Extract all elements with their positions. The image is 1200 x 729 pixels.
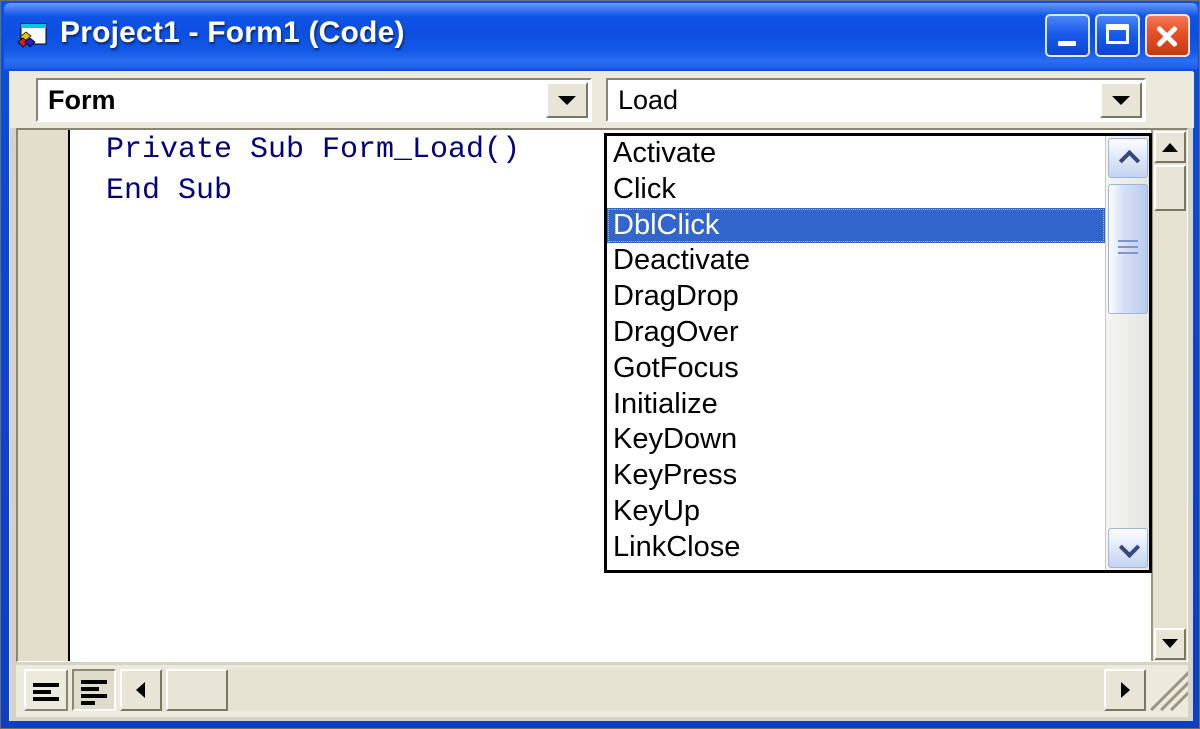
dropdown-item-dblclick[interactable]: DblClick [607,207,1105,244]
procedure-combo-dropdown-button[interactable] [1100,82,1142,118]
full-module-view-button[interactable] [72,669,116,711]
horizontal-scrollbar-thumb[interactable] [166,669,228,711]
minimize-icon [1058,41,1076,46]
procedure-dropdown-list[interactable]: Activate Click DblClick Deactivate DragD… [604,133,1152,573]
window-title: Project1 - Form1 (Code) [60,16,405,49]
dropdown-vertical-scrollbar[interactable] [1105,136,1149,570]
editor-scroll-down-button[interactable] [1154,628,1186,660]
scroll-down-chevron-icon [1120,539,1136,555]
scroll-right-arrow-icon [1121,682,1130,698]
chevron-down-icon [558,96,576,105]
scroll-up-chevron-icon [1120,149,1136,165]
minimize-button[interactable] [1045,14,1090,57]
dropdown-item-activate[interactable]: Activate [607,136,1105,172]
editor-scroll-up-button[interactable] [1154,131,1186,163]
dropdown-item-gotfocus[interactable]: GotFocus [607,351,1105,387]
scroll-left-arrow-icon [136,682,145,698]
window-controls [1045,14,1190,57]
chevron-down-icon [1112,96,1130,105]
scrollbar-grip-icon [1118,240,1138,258]
procedure-combo[interactable]: Load [606,78,1146,122]
scroll-up-arrow-icon [1162,143,1178,152]
margin-indicator-bar [18,130,70,661]
scroll-down-arrow-icon [1162,639,1178,648]
vb-code-window-icon [18,23,47,48]
object-combo[interactable]: Form [36,78,592,122]
procedure-combo-value: Load [618,85,679,115]
maximize-button[interactable] [1095,14,1140,57]
horizontal-scrollbar[interactable] [120,669,1104,711]
object-combo-value: Form [48,85,116,115]
scroll-right-button[interactable] [1104,669,1146,711]
bottom-toolbar [16,665,1188,717]
dropdown-item-keyup[interactable]: KeyUp [607,494,1105,530]
editor-vertical-scrollbar[interactable] [1151,130,1187,661]
dropdown-scroll-down-button[interactable] [1108,528,1148,568]
editor-scrollbar-thumb[interactable] [1154,165,1186,211]
dropdown-item-keypress[interactable]: KeyPress [607,458,1105,494]
dropdown-item-linkclose[interactable]: LinkClose [607,530,1105,566]
dropdown-item-dragdrop[interactable]: DragDrop [607,279,1105,315]
procedure-view-icon [33,683,59,704]
dropdown-scroll-up-button[interactable] [1108,138,1148,178]
full-module-view-icon [81,680,107,708]
procedure-view-button[interactable] [24,669,68,711]
dropdown-item-deactivate[interactable]: Deactivate [607,243,1105,279]
dropdown-item-click[interactable]: Click [607,172,1105,208]
vb6-code-window-screenshot: Project1 - Form1 (Code) Form Load Privat… [0,0,1200,729]
dropdown-item-dragover[interactable]: DragOver [607,315,1105,351]
object-combo-dropdown-button[interactable] [546,82,588,118]
scroll-left-button[interactable] [120,669,162,711]
title-bar: Project1 - Form1 (Code) [4,3,1198,69]
maximize-icon [1106,24,1129,44]
dropdown-items[interactable]: Activate Click DblClick Deactivate DragD… [607,136,1105,570]
dropdown-scrollbar-thumb[interactable] [1108,184,1148,314]
dropdown-item-keydown[interactable]: KeyDown [607,422,1105,458]
close-button[interactable] [1145,14,1190,57]
dropdown-item-initialize[interactable]: Initialize [607,387,1105,423]
resize-grip[interactable] [1146,669,1188,711]
combo-toolbar: Form Load [10,72,1194,128]
